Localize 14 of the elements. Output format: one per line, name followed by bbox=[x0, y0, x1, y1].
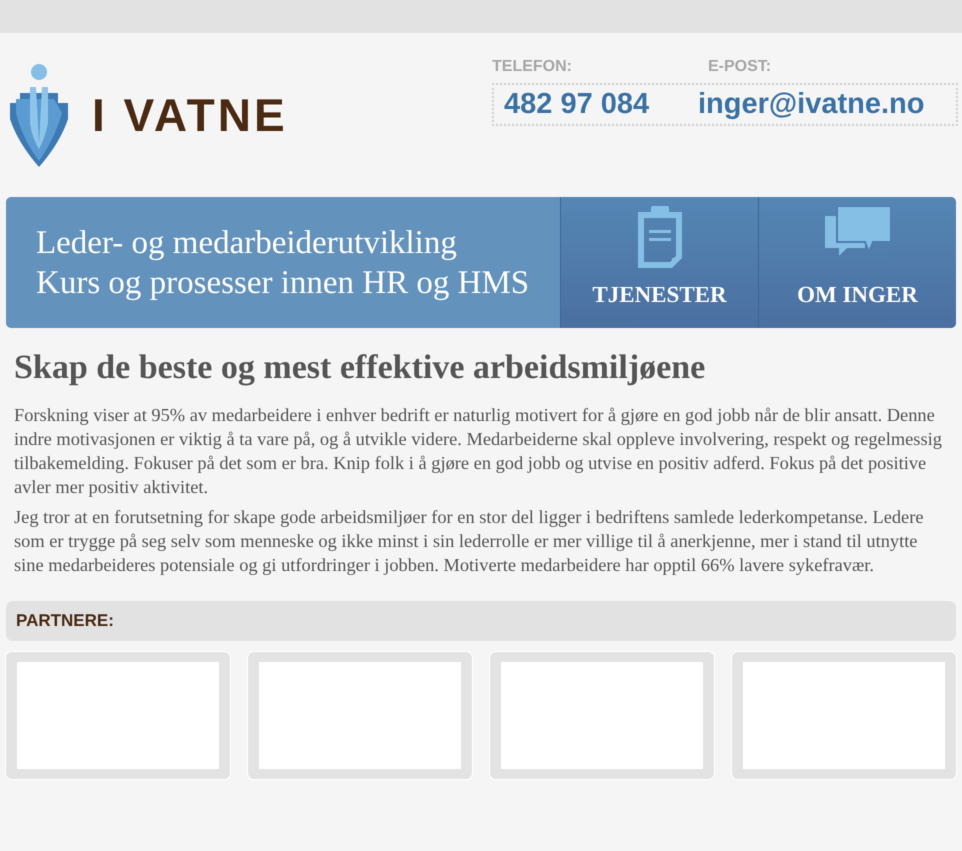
paragraph: Jeg tror at en forutsetning for skape gode arbeidsmiljøer for en stor del ligger i bedriftens samlede lederkompetanse. Ledere som er trygge på seg selv som menneske og ikke minst i sin lederrolle er mer villige til å anerkjenne, mer i stand til utnytte sine medarbeideres potensiale og gi utfordringer i jobben. Motiverte medarbeidere har opptil 66% lavere sykefravær. bbox=[14, 506, 925, 577]
nav-tile[interactable]: TJENESTER bbox=[560, 197, 758, 328]
partners-heading: PARTNERE: bbox=[16, 610, 114, 632]
logo-text: I VATNE bbox=[92, 92, 288, 138]
email-label: E-POST: bbox=[708, 57, 772, 77]
email-address: inger@ivatne.no bbox=[698, 86, 924, 122]
article-heading: Skap de beste og mest effektive arbeidsmiljøene bbox=[14, 348, 706, 388]
nav-tile[interactable]: OM INGER bbox=[758, 197, 956, 328]
tagline: Kurs og prosesser innen HR og HMS bbox=[36, 264, 530, 302]
paragraph: Forskning viser at 95% av medarbeidere i enhver bedrift er naturlig motivert for å gjøre en god jobb når de blir ansatt. Denne indre motivasjonen er viktig å ta vare på, og å utvikle videre. Medarbeiderne skal oppleve involvering, respekt og regelmessig tilbakemelding. Fokuser på det som er bra. Knip folk i å gjøre en god jobb og utvise en positiv adferd. Fokus på det positive avler mer positiv aktivitet. bbox=[14, 404, 943, 499]
phone-number: 482 97 084 bbox=[503, 86, 650, 122]
phone-label: TELEFON: bbox=[492, 57, 573, 77]
logo-icon bbox=[10, 63, 68, 167]
tagline: Leder- og medarbeiderutvikling bbox=[36, 224, 458, 262]
